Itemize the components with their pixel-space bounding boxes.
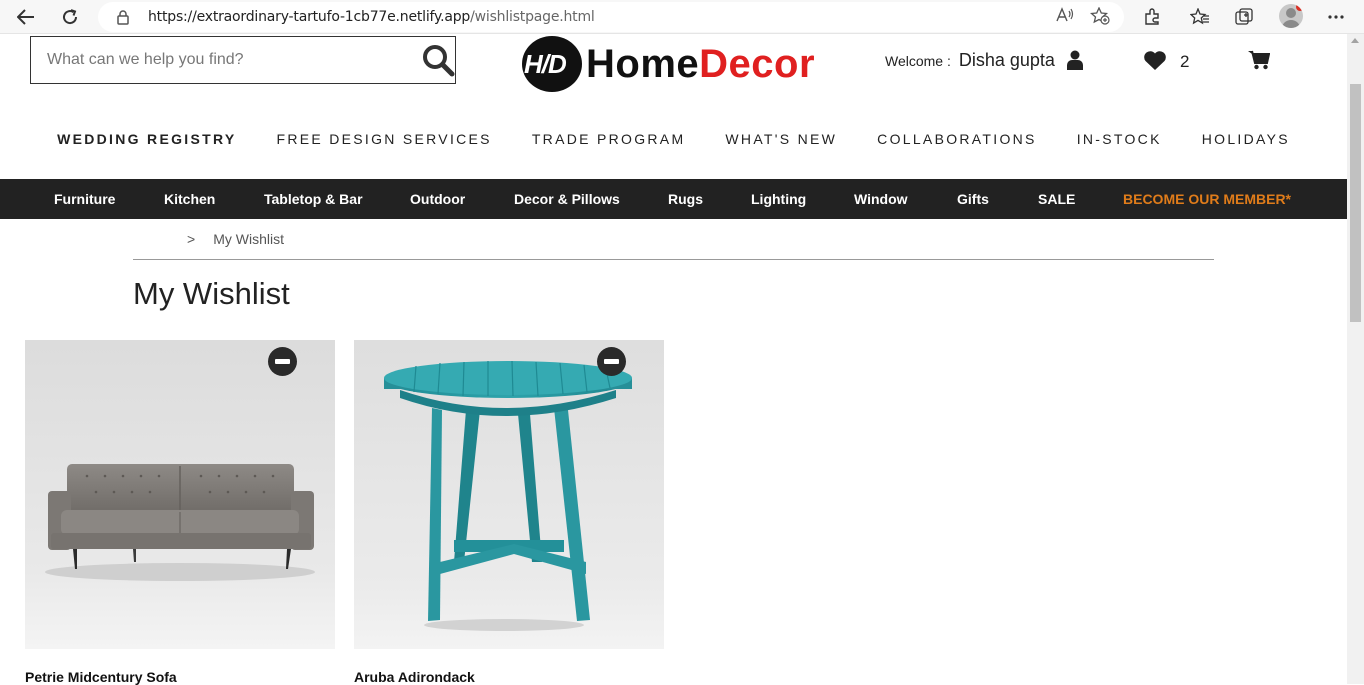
- page-scrollbar[interactable]: [1347, 34, 1364, 684]
- nav-collaborations[interactable]: COLLABORATIONS: [877, 131, 1037, 147]
- add-favorite-icon[interactable]: [1089, 6, 1112, 27]
- logo-badge: H/D: [522, 36, 582, 92]
- category-rugs[interactable]: Rugs: [668, 191, 703, 207]
- category-bar: Furniture Kitchen Tabletop & Bar Outdoor…: [0, 179, 1347, 219]
- cart-icon[interactable]: [1248, 50, 1271, 75]
- logo-wordmark: HomeDecor: [586, 41, 816, 86]
- url-text: https://extraordinary-tartufo-1cb77e.net…: [148, 9, 595, 25]
- site-logo[interactable]: H/D HomeDecor: [522, 36, 815, 92]
- welcome-label: Welcome :: [885, 53, 951, 69]
- category-lighting[interactable]: Lighting: [751, 191, 806, 207]
- nav-whats-new[interactable]: WHAT'S NEW: [725, 131, 837, 147]
- category-window[interactable]: Window: [854, 191, 908, 207]
- welcome-user: Welcome : Disha gupta: [885, 50, 1083, 71]
- refresh-icon[interactable]: [57, 5, 83, 29]
- page-title: My Wishlist: [133, 276, 290, 311]
- nav-trade-program[interactable]: TRADE PROGRAM: [532, 131, 686, 147]
- product-image-side-table[interactable]: [354, 340, 664, 649]
- more-menu-icon[interactable]: [1324, 5, 1348, 29]
- profile-avatar[interactable]: [1279, 4, 1303, 28]
- category-outdoor[interactable]: Outdoor: [410, 191, 465, 207]
- search-icon[interactable]: [421, 43, 455, 77]
- nav-in-stock[interactable]: IN-STOCK: [1077, 131, 1162, 147]
- search-input[interactable]: [32, 38, 412, 82]
- product-name[interactable]: Aruba Adirondack: [354, 669, 475, 685]
- lock-icon: [116, 9, 130, 30]
- notification-dot: [1296, 4, 1303, 11]
- breadcrumb-separator: >: [187, 231, 196, 247]
- address-bar[interactable]: https://extraordinary-tartufo-1cb77e.net…: [98, 2, 1124, 32]
- breadcrumb: > My Wishlist: [187, 231, 284, 247]
- category-gifts[interactable]: Gifts: [957, 191, 989, 207]
- remove-item-icon[interactable]: [268, 347, 297, 376]
- category-decor-pillows[interactable]: Decor & Pillows: [514, 191, 620, 207]
- category-sale[interactable]: SALE: [1038, 191, 1075, 207]
- scroll-up-arrow-icon[interactable]: [1351, 38, 1359, 43]
- browser-toolbar: https://extraordinary-tartufo-1cb77e.net…: [0, 0, 1364, 34]
- breadcrumb-current: My Wishlist: [213, 231, 284, 247]
- top-navigation: WEDDING REGISTRY FREE DESIGN SERVICES TR…: [0, 131, 1347, 147]
- nav-wedding-registry[interactable]: WEDDING REGISTRY: [57, 131, 236, 147]
- search-box: [30, 36, 456, 84]
- product-name[interactable]: Petrie Midcentury Sofa: [25, 669, 177, 685]
- divider: [133, 259, 1214, 260]
- category-kitchen[interactable]: Kitchen: [164, 191, 215, 207]
- wishlist-item[interactable]: Aruba Adirondack: [354, 340, 664, 685]
- collections-icon[interactable]: [1232, 5, 1256, 29]
- heart-icon[interactable]: [1143, 50, 1167, 76]
- favorites-icon[interactable]: [1188, 5, 1212, 29]
- wishlist-item[interactable]: Petrie Midcentury Sofa: [25, 340, 335, 685]
- wishlist-count[interactable]: 2: [1180, 52, 1189, 72]
- nav-holidays[interactable]: HOLIDAYS: [1202, 131, 1290, 147]
- user-name[interactable]: Disha gupta: [959, 50, 1055, 71]
- nav-free-design-services[interactable]: FREE DESIGN SERVICES: [276, 131, 491, 147]
- become-member-link[interactable]: BECOME OUR MEMBER*: [1123, 191, 1291, 207]
- product-image-sofa[interactable]: [25, 340, 335, 649]
- back-arrow-icon[interactable]: [13, 5, 39, 29]
- scrollbar-thumb[interactable]: [1350, 84, 1361, 322]
- read-aloud-icon[interactable]: [1056, 7, 1078, 27]
- remove-item-icon[interactable]: [597, 347, 626, 376]
- user-icon[interactable]: [1067, 50, 1083, 75]
- category-furniture[interactable]: Furniture: [54, 191, 115, 207]
- category-tabletop-bar[interactable]: Tabletop & Bar: [264, 191, 363, 207]
- extensions-icon[interactable]: [1140, 5, 1164, 29]
